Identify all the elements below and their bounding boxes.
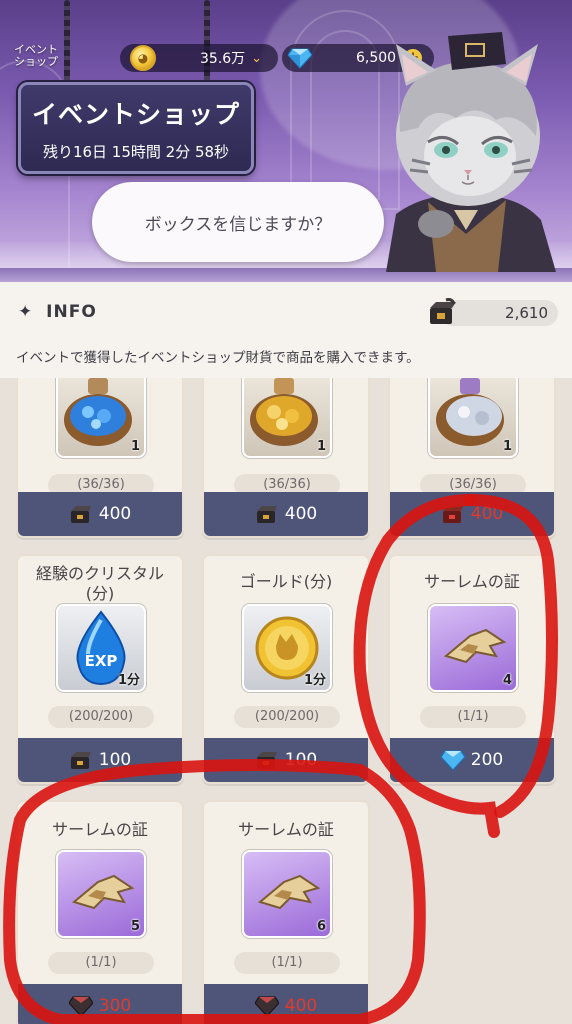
item-icon-box: EXP 1分: [56, 604, 146, 692]
item-icon-box: 1: [428, 378, 518, 458]
shop-item-card[interactable]: サーレムの証 5 (1/1) 300: [16, 800, 184, 1024]
shop-item-card[interactable]: 経験のクリスタル(分) EXP 1分 (200/200) 100: [16, 554, 184, 784]
shop-item-card[interactable]: 1 (36/36) 400: [16, 378, 184, 538]
gold-amount: 35.6万: [200, 51, 246, 67]
shop-item-card[interactable]: サーレムの証 4 (1/1) 200: [388, 554, 556, 784]
item-name: 経験のクリスタル(分): [35, 564, 164, 603]
item-price-bar[interactable]: 400: [204, 492, 368, 536]
item-quantity: 1: [130, 439, 140, 454]
shop-title-plate: イベントショップ 残り16日 15時間 2分 58秒: [18, 82, 254, 174]
item-price: 200: [470, 750, 504, 770]
item-icon-box: 1: [56, 378, 146, 458]
item-stock: (1/1): [48, 952, 154, 974]
item-price: 100: [98, 750, 132, 770]
item-icon-box: 5: [56, 850, 146, 938]
event-shop-corner-label: イベント ショップ: [14, 43, 58, 68]
item-quantity: 1: [502, 439, 512, 454]
item-stock: (1/1): [420, 706, 526, 728]
item-quantity: 1分: [117, 673, 140, 688]
item-stock: (200/200): [234, 706, 340, 728]
chain-decoration: [64, 0, 70, 86]
item-quantity: 4: [502, 673, 512, 688]
exp-label: EXP: [85, 652, 118, 670]
item-price-bar[interactable]: 100: [18, 738, 182, 782]
event-box-icon: [256, 752, 277, 769]
item-name: サーレムの証: [238, 820, 334, 839]
shop-item-grid: 1 (36/36) 400 1 (36/36) 400 1 (36/36) 40…: [0, 378, 572, 1024]
page-title: イベントショップ: [31, 100, 240, 129]
item-name: サーレムの証: [52, 820, 148, 839]
item-price-bar[interactable]: 400: [18, 492, 182, 536]
shop-item-card[interactable]: サーレムの証 6 (1/1) 400: [202, 800, 370, 1024]
event-box-icon: [70, 752, 91, 769]
item-name: サーレムの証: [424, 572, 520, 591]
item-quantity: 1: [316, 439, 326, 454]
item-price-bar[interactable]: 100: [204, 738, 368, 782]
gold-currency-bar[interactable]: ◕ 35.6万 ⌄: [120, 44, 278, 72]
cat-character-illustration: [386, 32, 556, 272]
event-box-icon: [430, 298, 456, 324]
event-box-icon: [70, 506, 91, 523]
item-quantity: 1分: [303, 673, 326, 688]
remaining-time: 残り16日 15時間 2分 58秒: [42, 143, 230, 161]
item-price: 100: [284, 750, 318, 770]
shop-item-card[interactable]: ゴールド(分) 1分 (200/200) 100: [202, 554, 370, 784]
info-panel: ✦ INFO 2,610 イベントで獲得したイベントショップ財貨で商品を購入でき…: [0, 282, 572, 378]
item-icon-box: 1: [242, 378, 332, 458]
info-description: イベントで獲得したイベントショップ財貨で商品を購入できます。: [16, 350, 420, 366]
gem-icon: [440, 750, 465, 771]
chevron-down-icon[interactable]: ⌄: [251, 51, 262, 66]
gold-coin-icon: ◕: [130, 45, 156, 71]
chain-decoration: [204, 0, 210, 86]
info-heading: ✦ INFO: [18, 302, 97, 322]
item-icon-box: 6: [242, 850, 332, 938]
item-price-bar[interactable]: 200: [390, 738, 554, 782]
item-stock: (1/1): [234, 952, 340, 974]
event-box-red-icon: [442, 506, 463, 523]
item-price: 400: [470, 504, 504, 524]
item-price: 400: [284, 504, 318, 524]
item-price: 400: [98, 504, 132, 524]
speech-text: ボックスを信じますか？: [144, 214, 332, 235]
speech-bubble: ボックスを信じますか？: [92, 182, 384, 262]
sparkle-icon: ✦: [18, 302, 34, 322]
item-stock: (200/200): [48, 706, 154, 728]
item-price-bar[interactable]: 400: [204, 984, 368, 1024]
item-quantity: 6: [316, 919, 326, 934]
gem-icon: [288, 48, 312, 69]
item-quantity: 5: [130, 919, 140, 934]
item-price: 400: [284, 996, 318, 1016]
item-name: ゴールド(分): [239, 572, 333, 591]
shop-item-card[interactable]: 1 (36/36) 400: [388, 378, 556, 538]
item-price-bar[interactable]: 300: [18, 984, 182, 1024]
item-price: 300: [98, 996, 132, 1016]
item-icon-box: 4: [428, 604, 518, 692]
event-box-icon: [256, 506, 277, 523]
red-gem-icon: [254, 996, 279, 1017]
red-gem-icon: [68, 996, 93, 1017]
shop-item-card[interactable]: 1 (36/36) 400: [202, 378, 370, 538]
item-price-bar[interactable]: 400: [390, 492, 554, 536]
item-icon-box: 1分: [242, 604, 332, 692]
